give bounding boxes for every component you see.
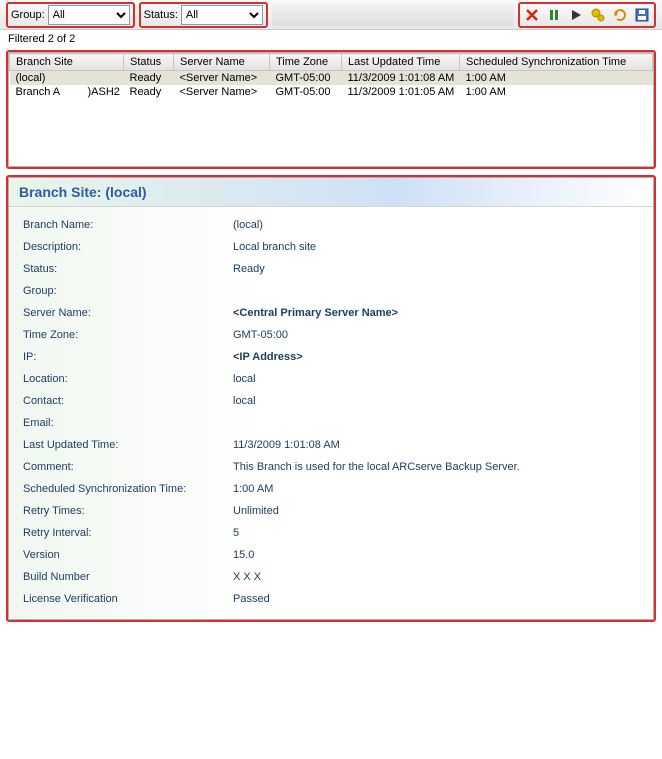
detail-label: Branch Name: [23, 219, 233, 231]
branch-details-panel: Branch Site: (local) Branch Name:(local)… [8, 177, 654, 620]
table-cell: Ready [124, 71, 174, 86]
refresh-icon [613, 8, 627, 22]
toolbar: Group: All Status: All [0, 0, 662, 30]
detail-value: Unlimited [233, 505, 639, 517]
pause-button[interactable] [544, 5, 564, 25]
col-server-name[interactable]: Server Name [174, 54, 270, 71]
col-time-zone[interactable]: Time Zone [270, 54, 342, 71]
detail-value: Local branch site [233, 241, 639, 253]
table-cell: 1:00 AM [460, 85, 653, 99]
detail-label: Retry Interval: [23, 527, 233, 539]
gears-icon [590, 7, 606, 23]
detail-label: Version [23, 549, 233, 561]
status-label: Status: [144, 9, 178, 21]
detail-value: (local) [233, 219, 639, 231]
grid-header-row: Branch Site Status Server Name Time Zone… [10, 54, 653, 71]
table-cell: Ready [124, 85, 174, 99]
table-cell: Branch A [10, 85, 82, 99]
detail-label: Comment: [23, 461, 233, 473]
detail-label: Description: [23, 241, 233, 253]
detail-value: 11/3/2009 1:01:08 AM [233, 439, 639, 451]
filtered-count-label: Filtered 2 of 2 [0, 30, 662, 48]
refresh-button[interactable] [610, 5, 630, 25]
detail-value: This Branch is used for the local ARCser… [233, 461, 639, 473]
detail-label: Contact: [23, 395, 233, 407]
group-label: Group: [11, 9, 45, 21]
detail-label: IP: [23, 351, 233, 363]
table-cell [82, 71, 124, 86]
detail-label: Build Number [23, 571, 233, 583]
detail-label: Location: [23, 373, 233, 385]
detail-label: Retry Times: [23, 505, 233, 517]
branch-grid: Branch Site Status Server Name Time Zone… [9, 53, 653, 99]
detail-label: Scheduled Synchronization Time: [23, 483, 233, 495]
details-body: Branch Name:(local)Description:Local bra… [9, 207, 653, 619]
table-cell: 1:00 AM [460, 71, 653, 86]
group-select[interactable]: All [48, 5, 130, 25]
branch-grid-scroll[interactable]: Branch Site Status Server Name Time Zone… [8, 52, 654, 167]
delete-icon [525, 8, 539, 22]
play-icon [569, 8, 583, 22]
status-select[interactable]: All [181, 5, 263, 25]
detail-value: local [233, 373, 639, 385]
detail-value: <IP Address> [233, 351, 639, 363]
table-cell: (local) [10, 71, 82, 86]
branch-details-container: Branch Site: (local) Branch Name:(local)… [6, 175, 656, 622]
detail-label: License Verification [23, 593, 233, 605]
table-cell: GMT-05:00 [270, 71, 342, 86]
status-filter: Status: All [139, 2, 268, 28]
play-button[interactable] [566, 5, 586, 25]
detail-label: Email: [23, 417, 233, 429]
detail-label: Server Name: [23, 307, 233, 319]
table-cell: <Server Name> [174, 71, 270, 86]
detail-label: Group: [23, 285, 233, 297]
col-branch-site[interactable]: Branch Site [10, 54, 124, 71]
detail-label: Status: [23, 263, 233, 275]
detail-value: GMT-05:00 [233, 329, 639, 341]
toolbar-actions [518, 2, 656, 28]
detail-value [233, 285, 639, 297]
detail-value: Ready [233, 263, 639, 275]
toolbar-spacer [272, 4, 514, 26]
detail-value: 1:00 AM [233, 483, 639, 495]
detail-value: X X X [233, 571, 639, 583]
group-filter: Group: All [6, 2, 135, 28]
table-cell: )ASH2 [82, 85, 124, 99]
table-row[interactable]: Branch A)ASH2Ready<Server Name>GMT-05:00… [10, 85, 653, 99]
col-status[interactable]: Status [124, 54, 174, 71]
detail-value: local [233, 395, 639, 407]
table-cell: <Server Name> [174, 85, 270, 99]
col-scheduled-sync[interactable]: Scheduled Synchronization Time [460, 54, 653, 71]
branch-grid-container: Branch Site Status Server Name Time Zone… [6, 50, 656, 169]
save-icon [635, 8, 649, 22]
detail-label: Time Zone: [23, 329, 233, 341]
table-cell: GMT-05:00 [270, 85, 342, 99]
detail-value: Passed [233, 593, 639, 605]
detail-value: 5 [233, 527, 639, 539]
sync-now-button[interactable] [588, 5, 608, 25]
detail-value: 15.0 [233, 549, 639, 561]
save-button[interactable] [632, 5, 652, 25]
detail-value: <Central Primary Server Name> [233, 307, 639, 319]
detail-label: Last Updated Time: [23, 439, 233, 451]
table-cell: 11/3/2009 1:01:08 AM [342, 71, 460, 86]
detail-value [233, 417, 639, 429]
table-cell: 11/3/2009 1:01:05 AM [342, 85, 460, 99]
details-title: Branch Site: (local) [9, 178, 653, 207]
col-last-updated[interactable]: Last Updated Time [342, 54, 460, 71]
delete-button[interactable] [522, 5, 542, 25]
table-row[interactable]: (local) Ready<Server Name>GMT-05:0011/3/2… [10, 71, 653, 86]
pause-icon [547, 8, 561, 22]
